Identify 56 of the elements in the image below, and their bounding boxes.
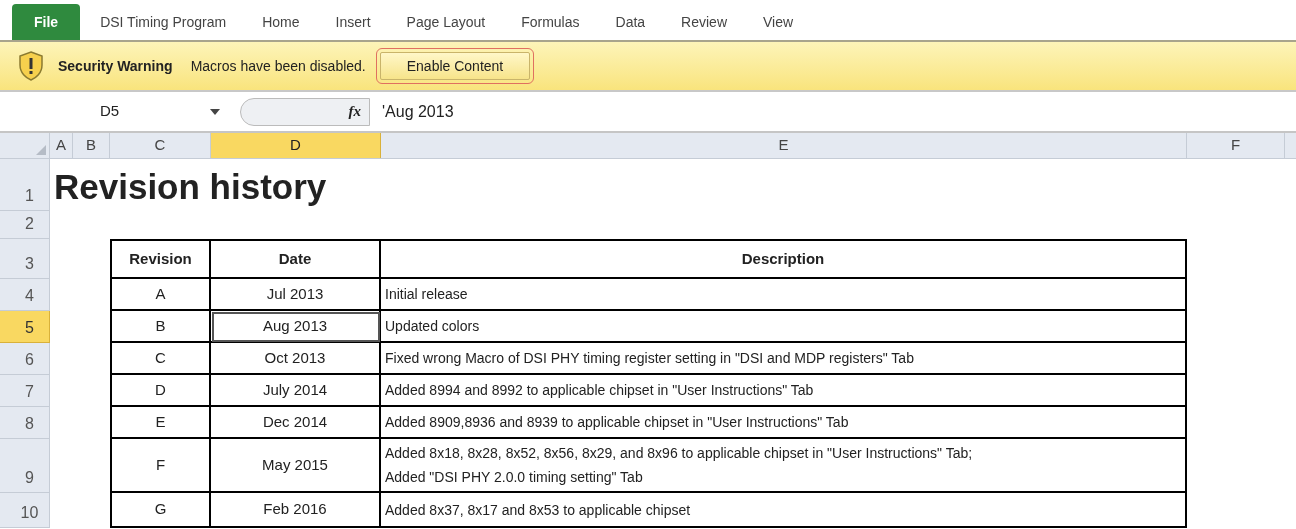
table-cell: C bbox=[110, 343, 211, 375]
row-header[interactable]: 5 bbox=[0, 311, 50, 343]
table-cell: G bbox=[110, 493, 211, 528]
table-cell: Added 8x37, 8x17 and 8x53 to applicable chipset bbox=[381, 493, 1187, 528]
column-heading-cell: Description bbox=[381, 239, 1187, 279]
column-header[interactable]: A bbox=[50, 133, 73, 158]
table-cell: Initial release bbox=[381, 279, 1187, 311]
row-header[interactable]: 4 bbox=[0, 279, 50, 311]
table-cell: F bbox=[110, 439, 211, 493]
column-header[interactable]: B bbox=[73, 133, 110, 158]
table-cell: Added 8x18, 8x28, 8x52, 8x56, 8x29, and 8x96 to applicable chipset in "User Instructions" Tab; Added "DSI PHY 2.0.0 timing setting" Tab bbox=[381, 439, 1187, 493]
ribbon-tab[interactable]: Review bbox=[665, 4, 743, 40]
row-header[interactable]: 10 bbox=[0, 493, 50, 528]
table-cell: Added 8994 and 8992 to applicable chipset in "User Instructions" Tab bbox=[381, 375, 1187, 407]
table-cell[interactable]: Aug 2013 bbox=[211, 311, 381, 343]
table-cell: Fixed wrong Macro of DSI PHY timing register setting in "DSI and MDP registers" Tab bbox=[381, 343, 1187, 375]
warning-message: Macros have been disabled. bbox=[190, 56, 366, 76]
row-header[interactable]: 9 bbox=[0, 439, 50, 493]
column-header[interactable]: E bbox=[381, 133, 1187, 158]
column-header[interactable]: D bbox=[211, 133, 381, 158]
ribbon-tab[interactable]: Page Layout bbox=[390, 4, 502, 40]
table-cell: A bbox=[110, 279, 211, 311]
insert-function-button[interactable]: fx bbox=[240, 97, 370, 126]
table-cell: D bbox=[110, 375, 211, 407]
caret-icon[interactable] bbox=[210, 108, 220, 115]
table-cell[interactable]: Oct 2013 bbox=[211, 343, 381, 375]
table-cell: Updated colors bbox=[381, 311, 1187, 343]
table-cell: E bbox=[110, 407, 211, 439]
row-header[interactable]: 6 bbox=[0, 343, 50, 375]
table-cell[interactable]: Dec 2014 bbox=[211, 407, 381, 439]
row-header[interactable]: 1 bbox=[0, 159, 50, 211]
table-cell[interactable]: Feb 2016 bbox=[211, 493, 381, 528]
row-header[interactable]: 8 bbox=[0, 407, 50, 439]
ribbon-tab[interactable]: Insert bbox=[319, 4, 387, 40]
row-header[interactable]: 3 bbox=[0, 239, 50, 279]
table-cell: Added 8909,8936 and 8939 to applicable chipset in "User Instructions" Tab bbox=[381, 407, 1187, 439]
warning-title: Security Warning bbox=[58, 56, 173, 76]
warning-shield-icon bbox=[18, 51, 44, 81]
ribbon-tab[interactable]: Data bbox=[599, 4, 662, 40]
ribbon-tab[interactable]: Formulas bbox=[505, 4, 596, 40]
table-cell: B bbox=[110, 311, 211, 343]
row-header[interactable]: 7 bbox=[0, 375, 50, 407]
sheet-title: Revision history bbox=[53, 166, 327, 208]
row-header[interactable]: 2 bbox=[0, 211, 50, 239]
name-box[interactable]: D5 bbox=[0, 100, 210, 123]
ribbon-tab[interactable]: DSI Timing Program bbox=[84, 4, 243, 40]
table-cell[interactable]: July 2014 bbox=[211, 375, 381, 407]
formula-field[interactable]: 'Aug 2013 bbox=[382, 99, 454, 124]
table-cell[interactable]: Jul 2013 bbox=[211, 279, 381, 311]
column-header[interactable]: F bbox=[1187, 133, 1285, 158]
column-heading-cell: Revision bbox=[110, 239, 211, 279]
ribbon-tab[interactable]: Home bbox=[246, 4, 316, 40]
table-cell[interactable]: May 2015 bbox=[211, 439, 381, 493]
ribbon-tab[interactable]: View bbox=[747, 4, 810, 40]
ribbon-tab[interactable]: File bbox=[12, 4, 81, 40]
column-heading-cell: Date bbox=[211, 239, 381, 279]
